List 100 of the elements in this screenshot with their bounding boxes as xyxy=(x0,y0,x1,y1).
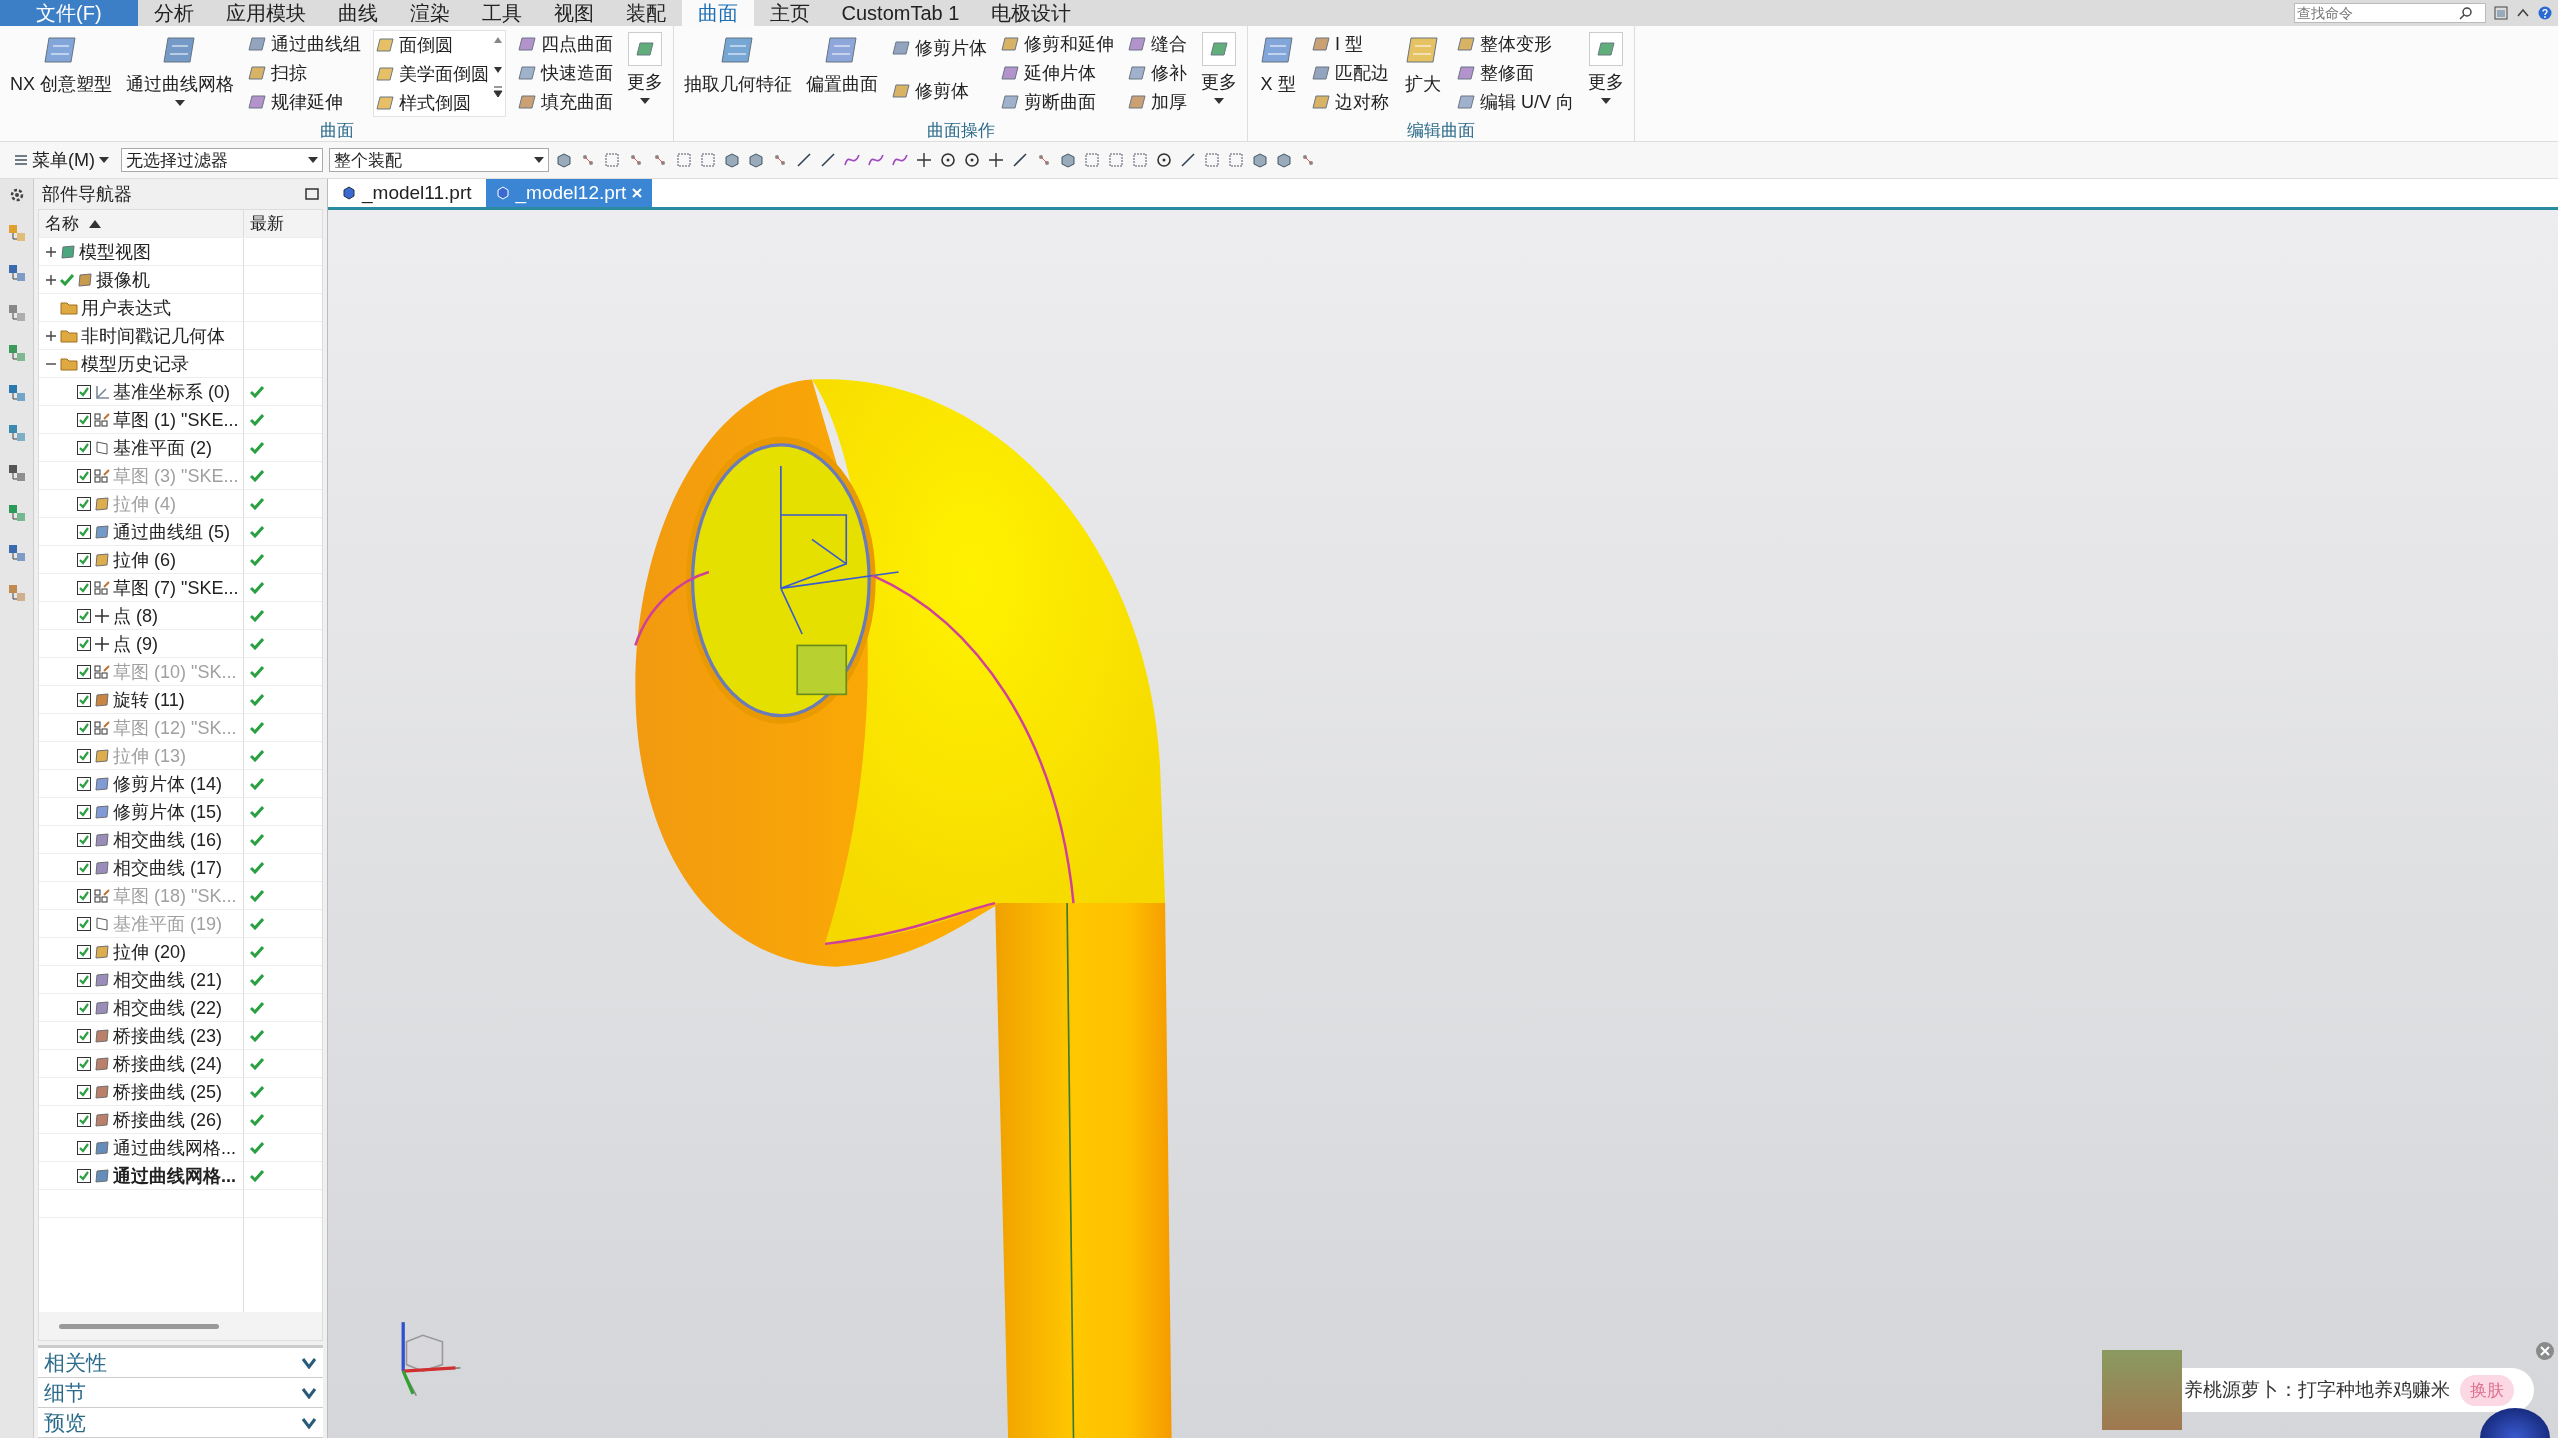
menu-tab[interactable]: 渲染 xyxy=(393,0,466,26)
navigator-tool-icon[interactable] xyxy=(6,263,27,283)
checkbox[interactable] xyxy=(77,636,91,651)
tree-item[interactable]: 点 (9) xyxy=(113,631,158,656)
navigator-tool-icon[interactable] xyxy=(6,463,27,483)
menu-tab[interactable]: 视图 xyxy=(537,0,610,26)
checkbox[interactable] xyxy=(77,664,91,679)
document-tab[interactable]: _model12.prt xyxy=(485,179,653,207)
ribbon-button[interactable]: 通过曲线组 xyxy=(246,30,363,57)
panel-header[interactable]: 细节 xyxy=(38,1378,323,1408)
menu-tab[interactable]: 装配 xyxy=(609,0,682,26)
checkbox[interactable] xyxy=(77,1056,91,1071)
circle-tool-icon[interactable] xyxy=(963,151,981,169)
cube-tool-icon[interactable] xyxy=(747,151,765,169)
cube-tool-icon[interactable] xyxy=(555,151,573,169)
checkbox[interactable] xyxy=(77,1168,91,1183)
checkbox[interactable] xyxy=(77,384,91,399)
checkbox[interactable] xyxy=(77,608,91,623)
search-icon[interactable] xyxy=(2459,6,2473,20)
checkbox[interactable] xyxy=(77,944,91,959)
checkbox[interactable] xyxy=(77,1084,91,1099)
close-icon[interactable] xyxy=(2536,1342,2554,1360)
tree-item[interactable]: 相交曲线 (22) xyxy=(113,995,222,1020)
menu-tab[interactable]: 曲面 xyxy=(681,0,754,26)
checkbox[interactable] xyxy=(77,1140,91,1155)
tree-item[interactable]: 旋转 (11) xyxy=(113,687,185,712)
ribbon-button[interactable]: 边对称 xyxy=(1310,88,1391,115)
help-icon[interactable] xyxy=(2538,6,2552,20)
tree-item[interactable]: 通过曲线组 (5) xyxy=(113,519,230,544)
checkbox[interactable] xyxy=(77,832,91,847)
checkbox[interactable] xyxy=(77,496,91,511)
ribbon-button[interactable]: 修剪和延伸 xyxy=(999,30,1116,57)
navigator-tool-icon[interactable] xyxy=(6,383,27,403)
ribbon-button[interactable]: 修剪体 xyxy=(890,77,989,104)
checkbox[interactable] xyxy=(77,692,91,707)
checkbox[interactable] xyxy=(77,1028,91,1043)
checkbox[interactable] xyxy=(77,804,91,819)
tree-item[interactable]: 桥接曲线 (24) xyxy=(113,1051,222,1076)
tree-item[interactable]: 模型历史记录 xyxy=(81,351,189,376)
expand-icon[interactable] xyxy=(45,329,57,342)
tree-item[interactable]: 相交曲线 (21) xyxy=(113,967,222,992)
checkbox[interactable] xyxy=(77,1112,91,1127)
panel-header[interactable]: 相关性 xyxy=(38,1348,323,1378)
ribbon-button[interactable]: 填充曲面 xyxy=(516,88,615,115)
plus-tool-icon[interactable] xyxy=(915,151,933,169)
tree-item[interactable]: 草图 (7) "SKE... xyxy=(113,575,239,600)
ribbon-button[interactable]: 抽取几何特征 xyxy=(682,30,794,98)
menu-tab[interactable]: 主页 xyxy=(753,0,826,26)
tree-item[interactable]: 非时间戳记几何体 xyxy=(81,323,225,348)
search-field[interactable]: 查找命令 xyxy=(2294,3,2486,23)
ribbon-button[interactable]: 加厚 xyxy=(1126,88,1189,115)
checkbox[interactable] xyxy=(77,860,91,875)
checkbox[interactable] xyxy=(77,440,91,455)
ribbon-button[interactable]: 编辑 U/V 向 xyxy=(1455,88,1577,115)
ribbon-button[interactable]: 整修面 xyxy=(1455,59,1577,86)
maximize-icon[interactable] xyxy=(305,188,319,200)
tree-item[interactable]: 用户表达式 xyxy=(81,295,171,320)
line-tool-icon[interactable] xyxy=(1179,151,1197,169)
more-button[interactable]: 更多 xyxy=(1586,30,1627,106)
ribbon-button[interactable]: I 型 xyxy=(1310,30,1391,57)
menu-tab[interactable]: CustomTab 1 xyxy=(825,0,976,26)
tree-item[interactable]: 修剪片体 (14) xyxy=(113,771,222,796)
tree-item[interactable]: 修剪片体 (15) xyxy=(113,799,222,824)
circle-tool-icon[interactable] xyxy=(939,151,957,169)
tree-item[interactable]: 桥接曲线 (26) xyxy=(113,1107,222,1132)
tree-item[interactable]: 相交曲线 (16) xyxy=(113,827,222,852)
menu-tab[interactable]: 曲线 xyxy=(321,0,394,26)
ribbon-button[interactable]: 剪断曲面 xyxy=(999,88,1116,115)
checkbox[interactable] xyxy=(77,524,91,539)
line-tool-icon[interactable] xyxy=(795,151,813,169)
ribbon-button[interactable]: 四点曲面 xyxy=(516,30,615,57)
ribbon-button[interactable]: 缝合 xyxy=(1126,30,1189,57)
checkbox[interactable] xyxy=(77,580,91,595)
notification-banner[interactable]: 养桃源萝卜：打字种地养鸡赚米 换肤 xyxy=(2182,1368,2534,1412)
ribbon-button[interactable]: X 型 xyxy=(1256,30,1300,98)
menu-tab[interactable]: 应用模块 xyxy=(209,0,322,26)
checkbox[interactable] xyxy=(77,776,91,791)
checkbox[interactable] xyxy=(77,412,91,427)
navigator-tool-icon[interactable] xyxy=(6,303,27,323)
tree-item[interactable]: 桥接曲线 (25) xyxy=(113,1079,222,1104)
ribbon-button[interactable]: 快速造面 xyxy=(516,59,615,86)
navigator-tool-icon[interactable] xyxy=(6,343,27,363)
ribbon-button[interactable]: 扫掠 xyxy=(246,59,363,86)
ribbon-button[interactable]: 修剪片体 xyxy=(890,34,989,61)
navigator-tool-icon[interactable] xyxy=(6,543,27,563)
ribbon-button[interactable]: 匹配边 xyxy=(1310,59,1391,86)
tree-item[interactable]: 通过曲线网格... xyxy=(113,1163,236,1188)
tree-item[interactable]: 桥接曲线 (23) xyxy=(113,1023,222,1048)
filter-dropdown[interactable]: 无选择过滤器 xyxy=(121,148,323,172)
cube-tool-icon[interactable] xyxy=(1059,151,1077,169)
tree-item[interactable]: 拉伸 (6) xyxy=(113,547,176,572)
tree-item[interactable]: 模型视图 xyxy=(79,239,151,264)
checkbox[interactable] xyxy=(77,720,91,735)
ribbon-button[interactable]: 通过曲线网格 xyxy=(124,30,236,108)
navigator-tool-icon[interactable] xyxy=(6,423,27,443)
ribbon-button[interactable]: 偏置曲面 xyxy=(804,30,880,98)
checkbox[interactable] xyxy=(77,916,91,931)
tree-item[interactable]: 拉伸 (20) xyxy=(113,939,186,964)
gallery-item[interactable]: 面倒圆 xyxy=(374,31,491,58)
tree-item[interactable]: 点 (8) xyxy=(113,603,158,628)
